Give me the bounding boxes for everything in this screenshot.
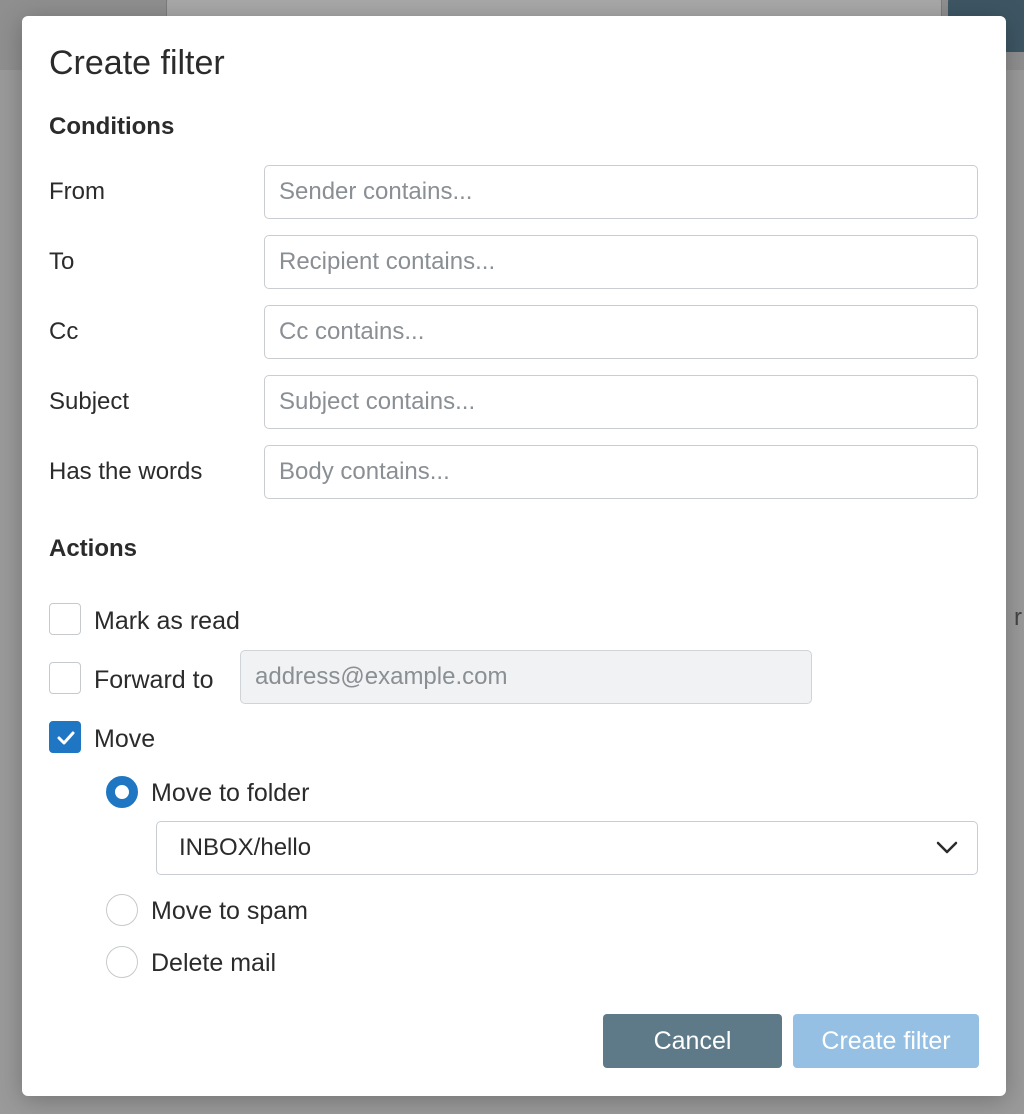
has-words-label: Has the words [49, 458, 203, 485]
cc-label: Cc [49, 318, 79, 345]
chevron-down-icon [936, 841, 958, 854]
checkmark-icon [57, 731, 75, 745]
move-to-folder-label[interactable]: Move to folder [151, 777, 309, 809]
create-filter-button[interactable]: Create filter [793, 1014, 979, 1068]
mark-as-read-label[interactable]: Mark as read [94, 605, 240, 637]
actions-heading: Actions [49, 535, 138, 562]
folder-select[interactable]: INBOX/hello [156, 821, 978, 875]
cancel-button[interactable]: Cancel [603, 1014, 782, 1068]
move-checkbox[interactable] [49, 721, 81, 753]
has-words-input[interactable] [264, 445, 978, 499]
from-input[interactable] [264, 165, 978, 219]
forward-to-label[interactable]: Forward to [94, 664, 213, 696]
dialog-title: Create filter [49, 44, 225, 82]
background-text-fragment: r [1014, 604, 1022, 631]
mark-as-read-checkbox[interactable] [49, 603, 81, 635]
move-to-spam-label[interactable]: Move to spam [151, 895, 308, 927]
delete-mail-label[interactable]: Delete mail [151, 947, 276, 979]
to-label: To [49, 248, 75, 275]
forward-address-input[interactable] [240, 650, 812, 704]
conditions-heading: Conditions [49, 113, 175, 140]
folder-select-value: INBOX/hello [179, 834, 312, 861]
delete-mail-radio[interactable] [106, 946, 138, 978]
forward-to-checkbox[interactable] [49, 662, 81, 694]
from-label: From [49, 178, 105, 205]
create-filter-dialog: Create filter Conditions From To Cc Subj… [22, 16, 1006, 1096]
move-to-folder-radio[interactable] [106, 776, 138, 808]
to-input[interactable] [264, 235, 978, 289]
move-to-spam-radio[interactable] [106, 894, 138, 926]
move-label[interactable]: Move [94, 723, 155, 755]
subject-input[interactable] [264, 375, 978, 429]
cc-input[interactable] [264, 305, 978, 359]
subject-label: Subject [49, 388, 130, 415]
